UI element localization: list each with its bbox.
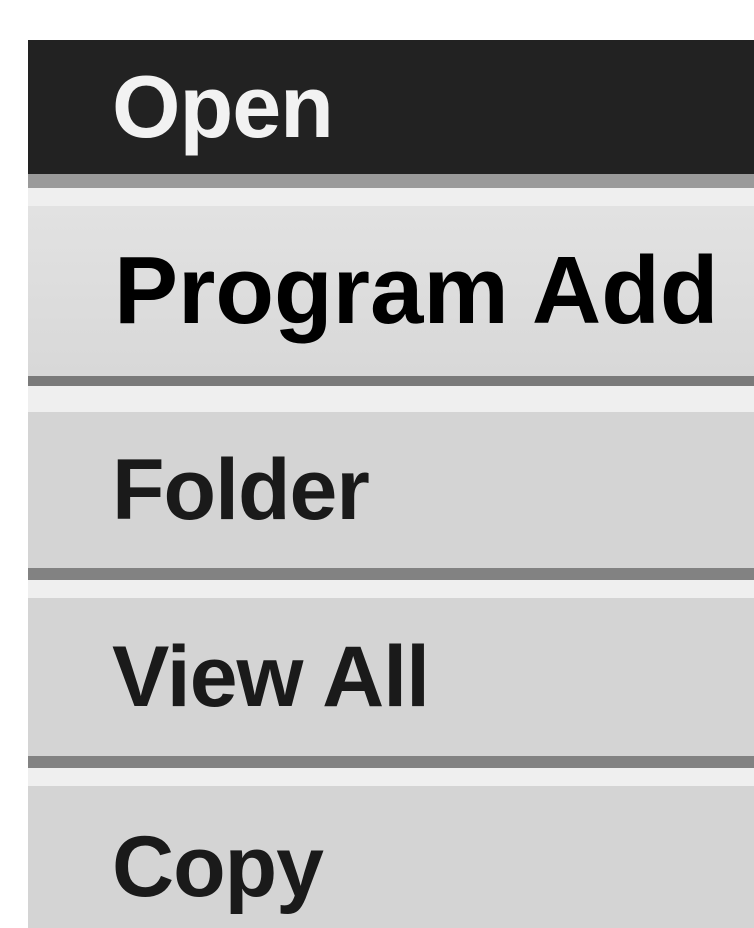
menu-item-label: Program Add — [114, 237, 719, 344]
menu-separator — [28, 768, 754, 786]
menu-item-folder[interactable]: Folder — [28, 412, 754, 580]
menu-item-label: View All — [112, 628, 430, 725]
menu-item-view-all[interactable]: View All — [28, 598, 754, 768]
context-menu: Open Program Add Folder View All Copy — [28, 40, 754, 928]
menu-separator — [28, 188, 754, 206]
menu-separator — [28, 386, 754, 412]
menu-item-label: Open — [112, 57, 334, 156]
menu-item-label: Folder — [112, 441, 370, 538]
menu-separator — [28, 580, 754, 598]
menu-item-label: Copy — [112, 818, 324, 915]
menu-item-program-add[interactable]: Program Add — [28, 206, 754, 386]
menu-item-copy[interactable]: Copy — [28, 786, 754, 928]
menu-item-open[interactable]: Open — [28, 40, 754, 188]
